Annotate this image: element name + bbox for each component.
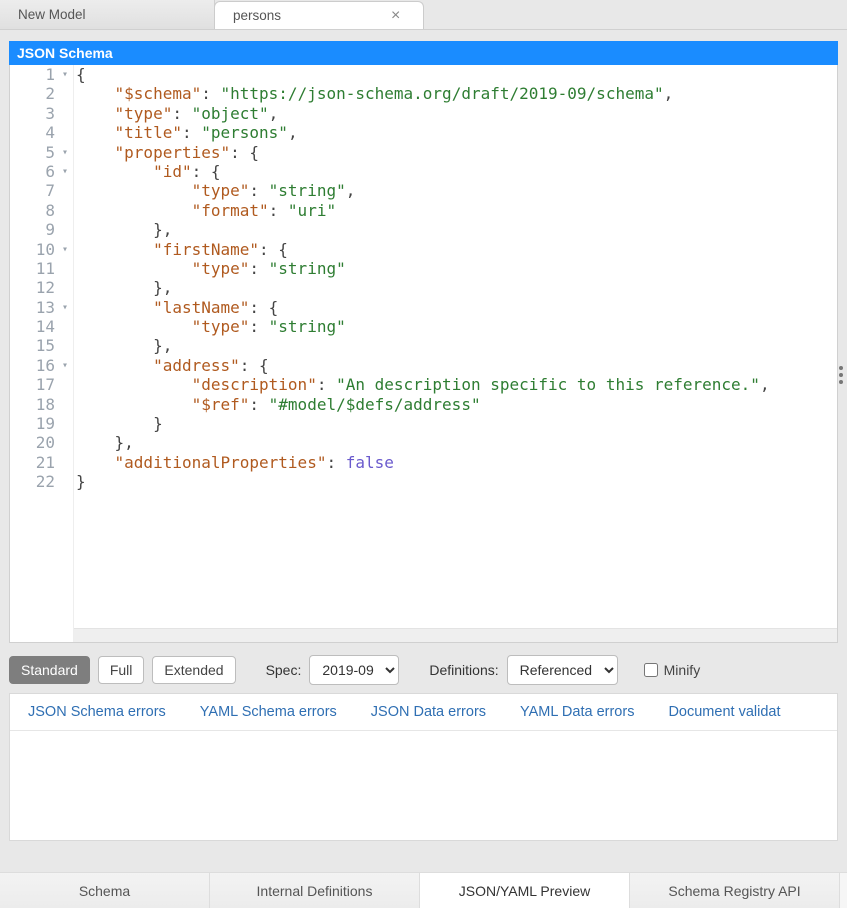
code-line[interactable]: "lastName": { [76, 298, 837, 317]
code-line[interactable]: "type": "string" [76, 259, 837, 278]
top-tab-new-model[interactable]: New Model [0, 0, 215, 29]
line-number[interactable]: 5 [10, 143, 69, 162]
code-line[interactable]: "$ref": "#model/$defs/address" [76, 395, 837, 414]
kebab-menu-icon[interactable] [835, 362, 847, 388]
line-number[interactable]: 18 [10, 395, 69, 414]
line-number[interactable]: 14 [10, 317, 69, 336]
code-line[interactable]: "address": { [76, 356, 837, 375]
code-line[interactable]: "description": "An description specific … [76, 375, 837, 394]
bottom-tab-bar: Schema Internal Definitions JSON/YAML Pr… [0, 872, 847, 908]
code-line[interactable]: "type": "object", [76, 104, 837, 123]
code-line[interactable]: }, [76, 433, 837, 452]
spec-label: Spec: [266, 662, 302, 678]
editor-header: JSON Schema [9, 41, 838, 65]
code-line[interactable]: }, [76, 336, 837, 355]
bottom-tab-schema[interactable]: Schema [0, 873, 210, 908]
error-tab-yaml-data[interactable]: YAML Data errors [520, 704, 634, 720]
code-line[interactable]: "type": "string", [76, 181, 837, 200]
errors-panel: JSON Schema errors YAML Schema errors JS… [9, 693, 838, 841]
line-number[interactable]: 3 [10, 104, 69, 123]
line-number-gutter[interactable]: 12345678910111213141516171819202122 [10, 65, 74, 642]
close-icon[interactable]: × [391, 8, 400, 24]
code-editor[interactable]: 12345678910111213141516171819202122 { "$… [9, 65, 838, 643]
line-number[interactable]: 21 [10, 453, 69, 472]
full-button[interactable]: Full [98, 656, 145, 684]
line-number[interactable]: 9 [10, 220, 69, 239]
line-number[interactable]: 12 [10, 278, 69, 297]
code-line[interactable]: "firstName": { [76, 240, 837, 259]
line-number[interactable]: 8 [10, 201, 69, 220]
tab-label: New Model [18, 7, 86, 22]
minify-label: Minify [664, 662, 701, 678]
definitions-select[interactable]: Referenced [507, 655, 618, 685]
code-line[interactable]: "format": "uri" [76, 201, 837, 220]
line-number[interactable]: 4 [10, 123, 69, 142]
line-number[interactable]: 22 [10, 472, 69, 491]
error-tab-json-data[interactable]: JSON Data errors [371, 704, 486, 720]
code-line[interactable]: "type": "string" [76, 317, 837, 336]
error-tab-yaml-schema[interactable]: YAML Schema errors [200, 704, 337, 720]
code-line[interactable]: } [76, 414, 837, 433]
minify-checkbox[interactable] [644, 663, 658, 677]
bottom-tab-schema-registry-api[interactable]: Schema Registry API [630, 873, 840, 908]
standard-button[interactable]: Standard [9, 656, 90, 684]
bottom-tab-json-yaml-preview[interactable]: JSON/YAML Preview [420, 873, 630, 908]
line-number[interactable]: 11 [10, 259, 69, 278]
top-tab-persons[interactable]: persons × [214, 1, 424, 29]
error-tab-document-validation[interactable]: Document validat [668, 704, 780, 720]
extended-button[interactable]: Extended [152, 656, 235, 684]
code-line[interactable]: "id": { [76, 162, 837, 181]
line-number[interactable]: 2 [10, 84, 69, 103]
controls-row: Standard Full Extended Spec: 2019-09 Def… [0, 643, 847, 693]
line-number[interactable]: 6 [10, 162, 69, 181]
error-tab-bar: JSON Schema errors YAML Schema errors JS… [10, 694, 837, 731]
definitions-label: Definitions: [429, 662, 498, 678]
error-tab-json-schema[interactable]: JSON Schema errors [28, 704, 166, 720]
code-line[interactable]: "$schema": "https://json-schema.org/draf… [76, 84, 837, 103]
minify-checkbox-wrap: Minify [644, 662, 701, 678]
top-tab-bar: New Model persons × [0, 0, 847, 30]
tab-label: persons [233, 8, 281, 23]
line-number[interactable]: 16 [10, 356, 69, 375]
line-number[interactable]: 20 [10, 433, 69, 452]
code-line[interactable]: "additionalProperties": false [76, 453, 837, 472]
line-number[interactable]: 7 [10, 181, 69, 200]
horizontal-scrollbar[interactable] [74, 628, 837, 642]
code-line[interactable]: }, [76, 220, 837, 239]
spec-select[interactable]: 2019-09 [309, 655, 399, 685]
bottom-tab-internal-definitions[interactable]: Internal Definitions [210, 873, 420, 908]
code-line[interactable]: "properties": { [76, 143, 837, 162]
line-number[interactable]: 15 [10, 336, 69, 355]
code-line[interactable]: "title": "persons", [76, 123, 837, 142]
line-number[interactable]: 1 [10, 65, 69, 84]
line-number[interactable]: 17 [10, 375, 69, 394]
code-area[interactable]: { "$schema": "https://json-schema.org/dr… [74, 65, 837, 642]
editor-container: JSON Schema 1234567891011121314151617181… [0, 30, 847, 643]
line-number[interactable]: 10 [10, 240, 69, 259]
line-number[interactable]: 13 [10, 298, 69, 317]
code-line[interactable]: { [76, 65, 837, 84]
line-number[interactable]: 19 [10, 414, 69, 433]
code-line[interactable]: } [76, 472, 837, 491]
code-line[interactable]: }, [76, 278, 837, 297]
